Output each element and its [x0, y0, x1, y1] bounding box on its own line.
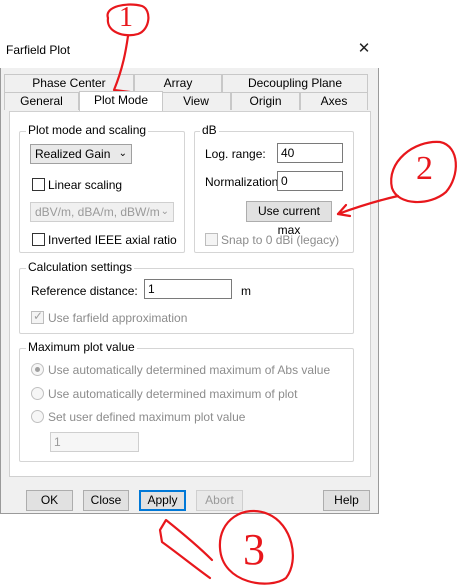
use-farfield-checkbox[interactable] — [31, 309, 44, 324]
max-opt2-radio[interactable] — [31, 387, 44, 400]
tab-origin[interactable]: Origin — [231, 92, 300, 110]
log-range-input[interactable]: 40 — [277, 143, 343, 163]
annotation-1-number: 1 — [119, 2, 133, 33]
db-group-label: dB — [200, 123, 219, 137]
normalization-label: Normalization: — [205, 175, 282, 189]
ref-distance-label: Reference distance: — [31, 284, 138, 298]
max-opt3-radio[interactable] — [31, 410, 44, 423]
plot-mode-select[interactable]: Realized Gain ⌄ — [30, 144, 132, 164]
inverted-ieee-checkbox[interactable] — [32, 233, 45, 246]
tab-phase-center[interactable]: Phase Center — [4, 74, 134, 92]
window-title: Farfield Plot — [6, 43, 71, 57]
annotation-2-number: 2 — [416, 150, 433, 187]
tab-plot-mode[interactable]: Plot Mode — [79, 91, 163, 111]
help-button[interactable]: Help — [323, 490, 370, 511]
use-farfield-label: Use farfield approximation — [48, 311, 188, 325]
chevron-down-icon: ⌄ — [160, 206, 169, 217]
plot-mode-group-label: Plot mode and scaling — [26, 123, 149, 137]
apply-button[interactable]: Apply — [139, 490, 186, 511]
close-button[interactable]: Close — [83, 490, 129, 511]
tab-view[interactable]: View — [161, 92, 231, 110]
ref-distance-unit: m — [241, 284, 251, 298]
tab-general[interactable]: General — [4, 92, 79, 110]
tab-axes[interactable]: Axes — [300, 92, 368, 110]
annotation-3-arrow — [158, 518, 214, 580]
calc-group-label: Calculation settings — [26, 260, 135, 274]
max-plot-group-label: Maximum plot value — [26, 340, 137, 354]
max-opt1-label: Use automatically determined maximum of … — [48, 363, 331, 377]
use-current-max-button[interactable]: Use current max — [246, 201, 332, 237]
log-range-label: Log. range: — [205, 147, 266, 161]
user-max-input[interactable]: 1 — [50, 432, 139, 452]
abort-button[interactable]: Abort — [196, 490, 243, 511]
snap-label: Snap to 0 dBi (legacy) — [221, 233, 340, 247]
close-icon[interactable]: ✕ — [354, 40, 374, 58]
max-opt1-radio[interactable] — [31, 363, 44, 376]
max-opt3-label: Set user defined maximum plot value — [48, 410, 246, 424]
max-opt2-label: Use automatically determined maximum of … — [48, 387, 298, 401]
ref-distance-input[interactable]: 1 — [144, 279, 232, 299]
normalization-input[interactable]: 0 — [277, 171, 343, 191]
annotation-3-number: 3 — [243, 525, 265, 574]
plot-mode-select-value: Realized Gain — [35, 147, 111, 161]
tab-decoupling-plane[interactable]: Decoupling Plane — [222, 74, 368, 92]
linear-scaling-checkbox[interactable] — [32, 178, 45, 191]
snap-checkbox[interactable] — [205, 233, 218, 246]
unit-select[interactable]: dBV/m, dBA/m, dBW/m ⌄ — [30, 202, 174, 222]
linear-scaling-label: Linear scaling — [48, 178, 123, 192]
ok-button[interactable]: OK — [26, 490, 73, 511]
tab-array[interactable]: Array — [134, 74, 222, 92]
chevron-down-icon: ⌄ — [118, 148, 127, 159]
inverted-ieee-label: Inverted IEEE axial ratio — [48, 233, 177, 247]
unit-select-value: dBV/m, dBA/m, dBW/m — [35, 205, 160, 219]
